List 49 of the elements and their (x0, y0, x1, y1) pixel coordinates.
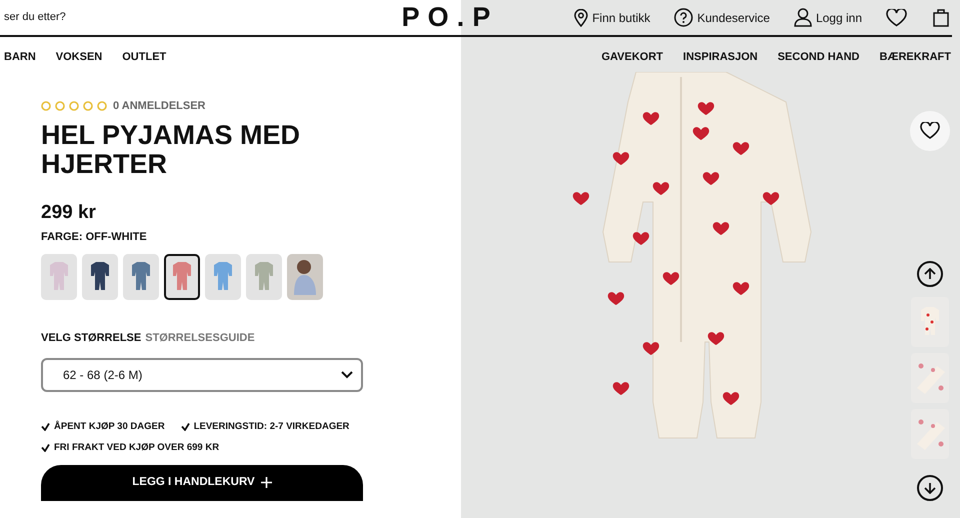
plus-icon (260, 477, 272, 488)
review-count: 0 ANMELDELSER (113, 99, 206, 114)
shopping-bag-icon[interactable] (933, 8, 949, 27)
check-icon (41, 444, 50, 452)
nav-link[interactable]: SECOND HAND (778, 48, 860, 66)
nav-link[interactable]: VOKSEN (56, 48, 102, 66)
size-label: VELG STØRRELSE (41, 332, 142, 344)
product-thumbnail[interactable] (911, 297, 949, 347)
search-field[interactable]: ser du etter? (0, 9, 66, 26)
color-swatch[interactable] (123, 254, 159, 300)
heart-icon[interactable] (886, 8, 907, 26)
color-swatch[interactable] (41, 254, 77, 300)
scroll-down-button[interactable] (917, 475, 943, 501)
color-swatch[interactable] (82, 254, 118, 300)
color-label: FARGE: OFF-WHITE (41, 230, 148, 246)
location-pin-icon (574, 8, 588, 26)
add-to-cart-button[interactable]: LEGG I HANDLEKURV (41, 464, 363, 501)
perk-text: ÅPENT KJØP 30 DAGER (54, 420, 165, 434)
color-swatch[interactable] (205, 254, 241, 300)
check-icon (180, 423, 190, 432)
scroll-up-button[interactable] (917, 261, 943, 287)
perk-text: FRI FRAKT VED KJØP OVER 699 KR (54, 440, 220, 455)
login-link[interactable]: Logg inn (816, 8, 862, 26)
chevron-down-icon (341, 371, 353, 380)
color-swatch[interactable] (287, 254, 323, 300)
customer-service-link[interactable]: Kundeservice (697, 8, 770, 26)
size-select[interactable]: 62 - 68 (2-6 M) (41, 358, 363, 392)
nav-link[interactable]: INSPIRASJON (683, 48, 758, 66)
color-swatch[interactable] (246, 254, 282, 300)
nav-link[interactable]: GAVEKORT (601, 48, 664, 66)
product-thumbnail[interactable] (911, 409, 949, 459)
logo[interactable]: PO.P (402, 4, 498, 31)
user-icon (794, 8, 812, 27)
heart-icon (920, 122, 940, 140)
product-price: 299 kr (41, 200, 97, 225)
nav-link[interactable]: BARN (4, 48, 36, 66)
color-swatch[interactable] (164, 254, 200, 300)
product-thumbnail[interactable] (911, 353, 949, 403)
perk-text: LEVERINGSTID: 2-7 VIRKEDAGER (194, 420, 350, 434)
favorite-button[interactable] (910, 111, 950, 151)
product-title: HEL PYJAMAS MED HJERTER (41, 120, 302, 179)
nav-link[interactable]: BÆREKRAFT (880, 48, 951, 66)
arrow-up-icon (924, 268, 936, 280)
check-icon (41, 423, 50, 432)
nav-link[interactable]: OUTLET (122, 48, 166, 66)
store-link[interactable]: Finn butikk (592, 8, 650, 26)
help-icon (674, 8, 694, 27)
size-guide-link[interactable]: STØRRELSESGUIDE (145, 332, 255, 344)
arrow-down-icon (924, 482, 936, 494)
